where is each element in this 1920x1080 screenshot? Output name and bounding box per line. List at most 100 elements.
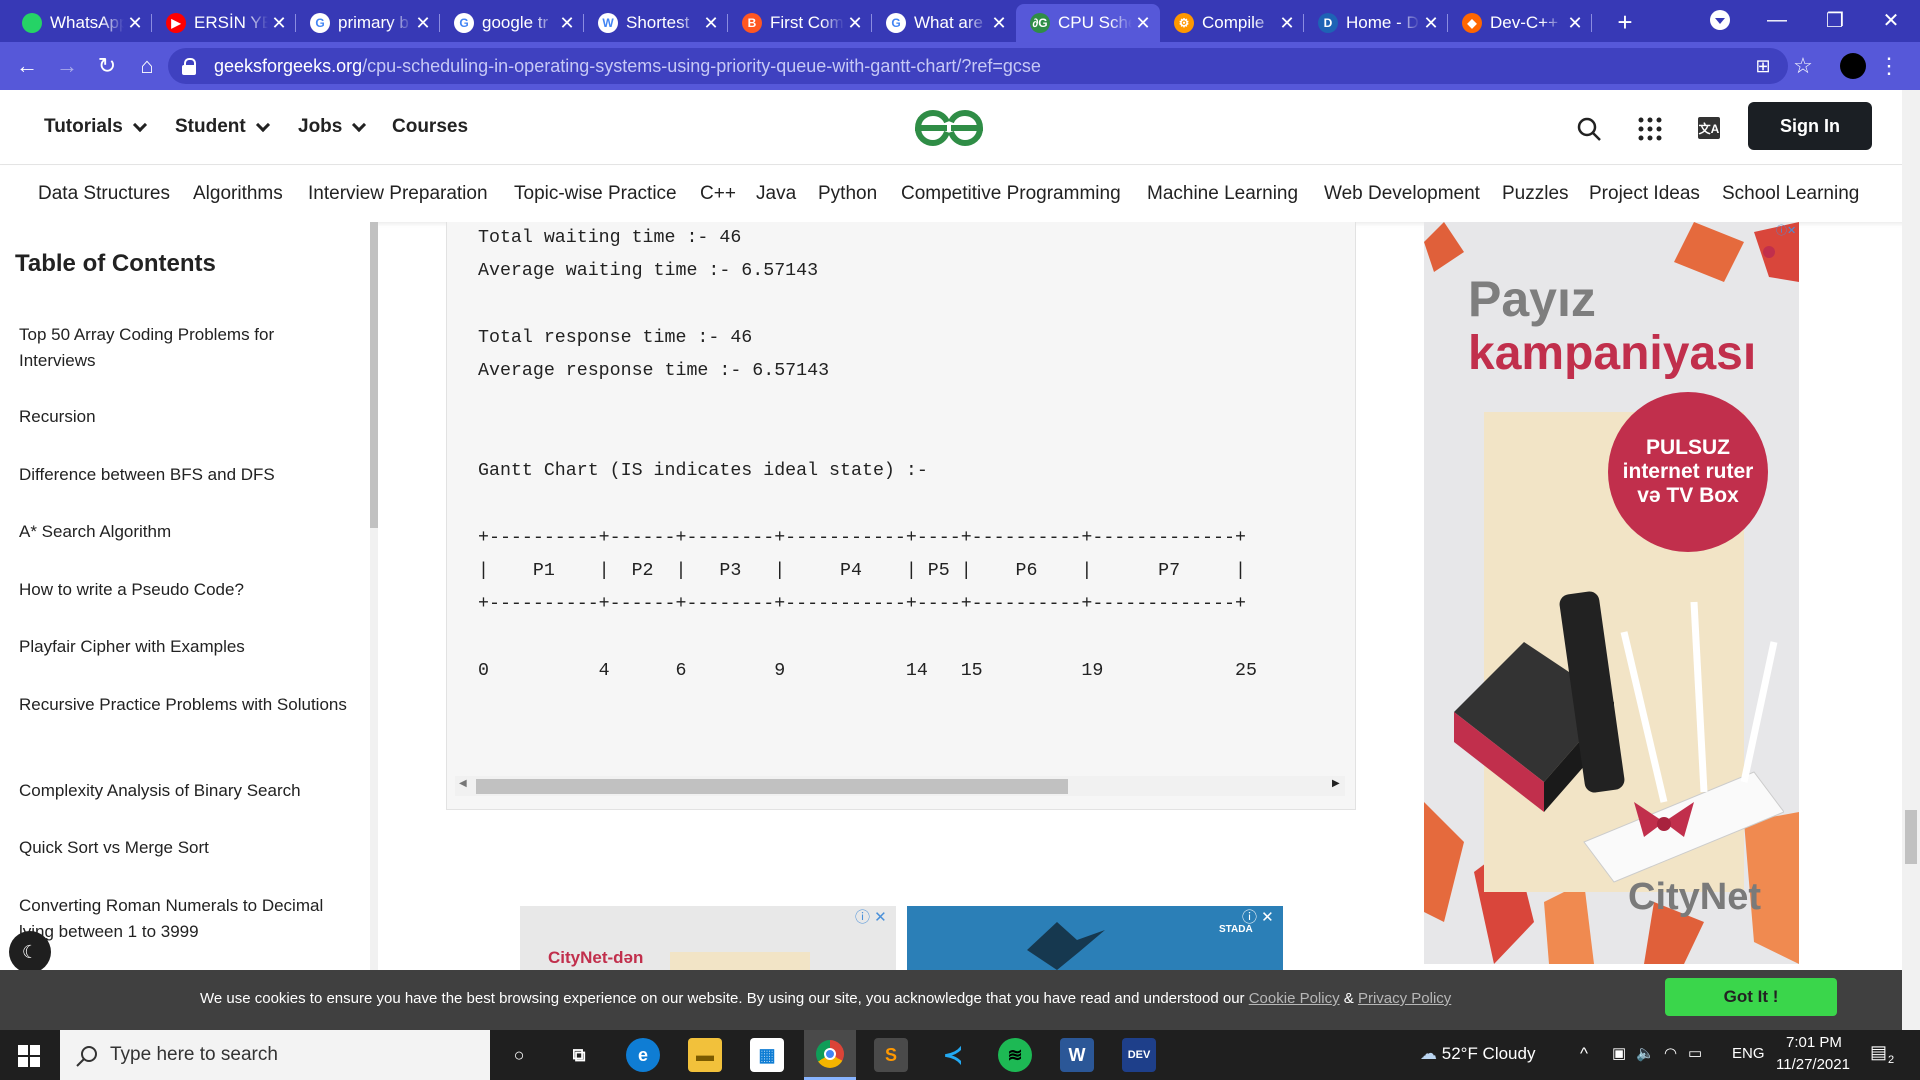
home-icon[interactable]: ⌂ (130, 50, 164, 82)
close-tab-icon[interactable]: ✕ (412, 13, 434, 34)
reload-icon[interactable]: ↻ (90, 50, 124, 82)
spotify-icon[interactable]: ≋ (998, 1038, 1032, 1072)
url-input[interactable]: geeksforgeeks.org/cpu-scheduling-in-oper… (168, 48, 1788, 84)
sign-in-button[interactable]: Sign In (1748, 102, 1872, 150)
restore-icon[interactable]: ❐ (1806, 0, 1864, 40)
language-indicator[interactable]: ENG (1732, 1045, 1765, 1062)
word-icon[interactable]: W (1060, 1038, 1094, 1072)
toc-item[interactable]: Quick Sort vs Merge Sort (19, 835, 349, 861)
toc-item[interactable]: Recursion (19, 404, 349, 430)
close-tab-icon[interactable]: ✕ (1276, 13, 1298, 34)
subnav-item[interactable]: Competitive Programming (901, 183, 1121, 205)
wifi-icon[interactable]: ◠ (1664, 1044, 1677, 1062)
close-tab-icon[interactable]: ✕ (1420, 13, 1442, 34)
close-window-icon[interactable]: ✕ (1862, 0, 1920, 40)
tab-3[interactable]: Gprimary b ✕ (296, 4, 440, 42)
apps-grid-icon[interactable] (1638, 117, 1662, 141)
store-icon[interactable]: ▦ (750, 1038, 784, 1072)
accept-cookies-button[interactable]: Got It ! (1665, 978, 1837, 1016)
task-view-icon[interactable]: ⧉ (562, 1038, 596, 1072)
subnav-item[interactable]: Data Structures (38, 183, 170, 205)
subnav-item[interactable]: Algorithms (193, 183, 283, 205)
windows-start-icon[interactable] (18, 1045, 40, 1067)
close-tab-icon[interactable]: ✕ (700, 13, 722, 34)
bookmark-star-icon[interactable]: ☆ (1786, 50, 1820, 82)
toc-item[interactable]: Complexity Analysis of Binary Search (19, 778, 349, 804)
weather-widget[interactable]: ☁ 52°F Cloudy (1420, 1044, 1535, 1064)
network-icon[interactable]: ▣ (1612, 1044, 1626, 1062)
devcpp-icon[interactable]: DEV (1122, 1038, 1156, 1072)
subnav-item[interactable]: Web Development (1324, 183, 1480, 205)
subnav-item[interactable]: Python (818, 183, 877, 205)
new-tab-button[interactable]: + (1608, 6, 1642, 38)
translate-icon[interactable]: 文A (1698, 117, 1720, 139)
back-icon[interactable]: ← (10, 50, 44, 82)
tab-10[interactable]: D Home - D ✕ (1304, 4, 1448, 42)
subnav-item[interactable]: Machine Learning (1147, 183, 1298, 205)
toc-item[interactable]: Converting Roman Numerals to Decimal lyi… (19, 893, 349, 945)
toc-item[interactable]: Top 50 Array Coding Problems for Intervi… (19, 322, 349, 374)
subnav-item[interactable]: Puzzles (1502, 183, 1569, 205)
page-scroll-thumb[interactable] (1905, 810, 1917, 864)
subnav-item[interactable]: Project Ideas (1589, 183, 1700, 205)
privacy-policy-link[interactable]: Privacy Policy (1358, 990, 1451, 1007)
clock-date[interactable]: 11/27/2021 (1776, 1056, 1850, 1073)
toc-item[interactable]: Playfair Cipher with Examples (19, 634, 349, 660)
subnav-item[interactable]: C++ (700, 183, 736, 205)
advertisement-bottom-left[interactable]: CityNet-dən ⓘ ✕ (520, 906, 896, 970)
cookie-policy-link[interactable]: Cookie Policy (1249, 990, 1340, 1007)
toc-item[interactable]: Difference between BFS and DFS (19, 462, 349, 488)
tab-search-icon[interactable] (1710, 10, 1730, 30)
tab-8[interactable]: ∂G CPU Sche ✕ (1016, 4, 1160, 42)
scroll-right-arrow[interactable]: ▶ (1332, 778, 1340, 789)
subnav-item[interactable]: School Learning (1722, 183, 1859, 205)
tab-5[interactable]: W Shortest ✕ (584, 4, 728, 42)
subnav-item[interactable]: Interview Preparation (308, 183, 488, 205)
forward-icon[interactable]: → (50, 50, 84, 82)
menu-courses[interactable]: Courses (392, 116, 468, 138)
tab-1[interactable]: WhatsApp ✕ (8, 4, 152, 42)
tab-2[interactable]: ▶ ERSİN YEL✕ (152, 4, 296, 42)
toc-item[interactable]: A* Search Algorithm (19, 519, 349, 545)
dark-mode-toggle[interactable]: ☾ (9, 931, 51, 973)
code-scroll-thumb[interactable] (476, 779, 1068, 794)
battery-icon[interactable]: ▭ (1688, 1044, 1702, 1062)
menu-tutorials[interactable]: Tutorials (44, 116, 147, 138)
notifications-icon[interactable]: ▤ (1870, 1042, 1887, 1063)
chrome-icon[interactable] (804, 1030, 856, 1080)
menu-jobs[interactable]: Jobs (298, 116, 367, 138)
close-tab-icon[interactable]: ✕ (1132, 13, 1154, 34)
gfg-logo-icon[interactable] (914, 110, 984, 146)
toc-item[interactable]: Recursive Practice Problems with Solutio… (19, 692, 349, 718)
ad-close-icon[interactable]: ⓘ✕ (1776, 222, 1798, 237)
ad-close-icon[interactable]: ⓘ ✕ (1242, 906, 1274, 927)
install-app-icon[interactable]: ⊞ (1746, 50, 1780, 82)
clock-time[interactable]: 7:01 PM (1786, 1034, 1842, 1051)
volume-icon[interactable]: 🔈 (1636, 1044, 1655, 1062)
close-tab-icon[interactable]: ✕ (124, 13, 146, 34)
close-tab-icon[interactable]: ✕ (268, 13, 290, 34)
close-tab-icon[interactable]: ✕ (988, 13, 1010, 34)
toc-item[interactable]: How to write a Pseudo Code? (19, 577, 349, 603)
close-tab-icon[interactable]: ✕ (556, 13, 578, 34)
subnav-item[interactable]: Java (756, 183, 796, 205)
menu-student[interactable]: Student (175, 116, 270, 138)
close-tab-icon[interactable]: ✕ (844, 13, 866, 34)
profile-avatar[interactable] (1840, 53, 1866, 79)
tab-11[interactable]: ◆ Dev-C++ ✕ (1448, 4, 1592, 42)
minimize-icon[interactable]: — (1748, 0, 1806, 40)
tab-4[interactable]: Ggoogle tr ✕ (440, 4, 584, 42)
file-explorer-icon[interactable]: ▬ (688, 1038, 722, 1072)
tab-7[interactable]: G What are ✕ (872, 4, 1016, 42)
tray-chevron-icon[interactable]: ^ (1580, 1044, 1588, 1064)
vscode-icon[interactable]: ≺ (936, 1038, 970, 1072)
close-tab-icon[interactable]: ✕ (1564, 13, 1586, 34)
tab-6[interactable]: B First Com ✕ (728, 4, 872, 42)
sublime-text-icon[interactable]: S (874, 1038, 908, 1072)
sidebar-scroll-thumb[interactable] (370, 222, 378, 528)
taskbar-search-input[interactable]: Type here to search (60, 1030, 490, 1080)
page-scrollbar[interactable] (1902, 90, 1920, 1030)
kebab-menu-icon[interactable]: ⋮ (1878, 50, 1900, 82)
cortana-icon[interactable]: ○ (502, 1038, 536, 1072)
advertisement-right[interactable]: Payız kampaniyası PULSUZ internet ruter … (1424, 222, 1799, 964)
